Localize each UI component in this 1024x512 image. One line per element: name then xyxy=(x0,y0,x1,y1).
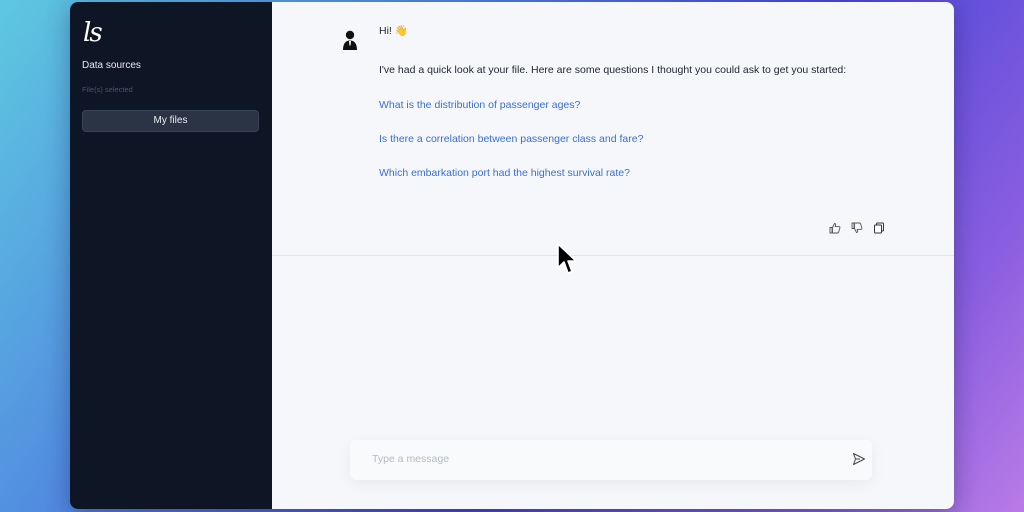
suggested-question[interactable]: What is the distribution of passenger ag… xyxy=(379,99,939,111)
message-composer xyxy=(350,440,872,480)
app-window: ls Data sources File(s) selected My file… xyxy=(70,2,954,509)
files-selected-label: File(s) selected xyxy=(82,85,133,94)
thumbs-down-icon[interactable] xyxy=(851,221,863,233)
thumbs-up-icon[interactable] xyxy=(829,221,841,234)
message-input[interactable] xyxy=(372,451,822,467)
chat-panel: Hi! 👋 I've had a quick look at your file… xyxy=(272,2,954,509)
my-files-button[interactable]: My files xyxy=(82,110,259,132)
suggested-question[interactable]: Is there a correlation between passenger… xyxy=(379,133,939,145)
divider xyxy=(272,255,954,256)
copy-icon[interactable] xyxy=(873,221,885,234)
greeting-text: Hi! 👋 xyxy=(379,25,408,37)
mouse-pointer-icon xyxy=(557,243,577,274)
data-sources-title: Data sources xyxy=(82,60,141,71)
message-body: Hi! 👋 I've had a quick look at your file… xyxy=(379,24,939,179)
suggested-question[interactable]: Which embarkation port had the highest s… xyxy=(379,167,939,179)
sidebar: ls Data sources File(s) selected My file… xyxy=(70,2,272,509)
message-actions xyxy=(829,221,885,234)
intro-text: I've had a quick look at your file. Here… xyxy=(379,64,847,76)
send-icon[interactable] xyxy=(852,452,866,466)
app-logo: ls xyxy=(83,18,103,48)
user-avatar-icon xyxy=(343,30,357,50)
